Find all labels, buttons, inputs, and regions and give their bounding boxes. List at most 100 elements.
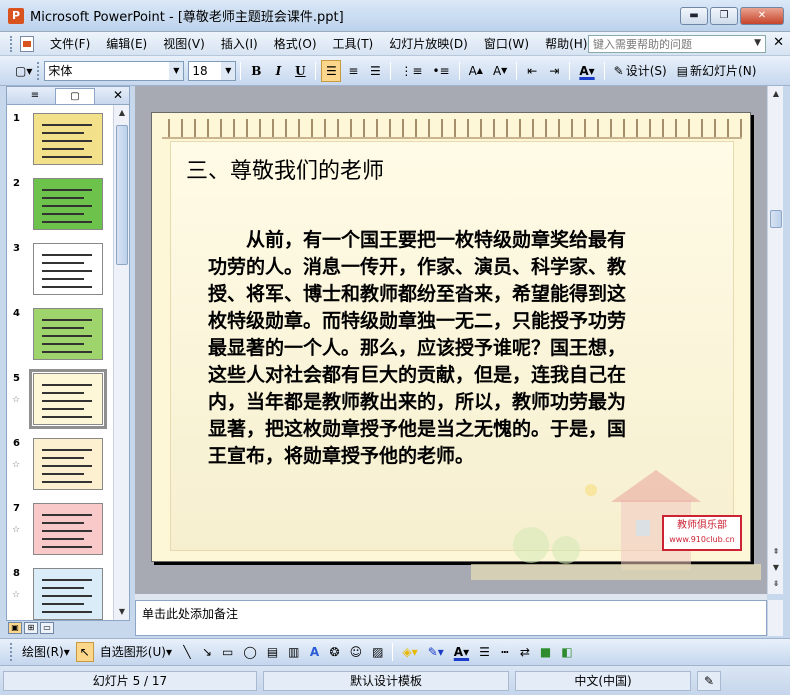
- align-center-icon[interactable]: ≡: [343, 60, 363, 82]
- slide-sorter-view-icon[interactable]: ⊞: [24, 622, 38, 634]
- thumbnail-image[interactable]: [33, 503, 103, 555]
- font-size-select[interactable]: 18 ▼: [188, 60, 237, 81]
- slide-title[interactable]: 三、尊敬我们的老师: [186, 153, 384, 185]
- font-color-icon[interactable]: A▾: [450, 642, 473, 662]
- maximize-button[interactable]: ❐: [710, 7, 738, 25]
- help-search-input[interactable]: 键入需要帮助的问题 ▼: [588, 35, 766, 53]
- bulleted-list-icon[interactable]: •≡: [428, 60, 453, 82]
- panel-close-button[interactable]: ✕: [113, 88, 123, 102]
- shadow-style-icon[interactable]: ■: [536, 642, 555, 662]
- menu-grip[interactable]: [10, 35, 14, 52]
- menu-slideshow[interactable]: 幻灯片放映(D): [381, 32, 476, 56]
- toolbar-grip[interactable]: [10, 642, 13, 661]
- thumbnail-image[interactable]: [33, 243, 103, 295]
- previous-slide-icon[interactable]: ⇞: [768, 544, 784, 560]
- tab-outline[interactable]: ≡: [15, 88, 55, 104]
- scroll-down-icon[interactable]: ▼: [768, 560, 784, 576]
- oval-tool-icon[interactable]: ◯: [239, 642, 260, 662]
- notes-scrollbar[interactable]: [767, 600, 783, 636]
- textbox-tool-icon[interactable]: ▤: [263, 642, 282, 662]
- slideshow-view-icon[interactable]: ▭: [40, 622, 54, 634]
- thumbnail-image[interactable]: [33, 568, 103, 620]
- vertical-textbox-icon[interactable]: ▥: [284, 642, 303, 662]
- close-button[interactable]: ✕: [740, 7, 784, 25]
- autoshapes-button[interactable]: 自选图形(U) ▾: [96, 642, 176, 662]
- menu-tools[interactable]: 工具(T): [325, 32, 382, 56]
- normal-view-icon[interactable]: ▣: [8, 622, 22, 634]
- minimize-button[interactable]: ▬: [680, 7, 708, 25]
- draw-menu-button[interactable]: 绘图(R) ▾: [18, 642, 74, 662]
- underline-button[interactable]: U: [290, 60, 310, 82]
- scroll-up-icon[interactable]: ▲: [768, 86, 784, 102]
- slide-thumbnail[interactable]: 2: [7, 178, 113, 238]
- 3d-style-icon[interactable]: ◧: [557, 642, 576, 662]
- line-color-icon[interactable]: ✎▾: [424, 642, 448, 662]
- menu-insert[interactable]: 插入(I): [213, 32, 266, 56]
- thumbnail-image[interactable]: [33, 438, 103, 490]
- thumbnail-image[interactable]: [33, 113, 103, 165]
- slide-thumbnail[interactable]: 6 ☆: [7, 438, 113, 498]
- spellcheck-icon[interactable]: ✎: [697, 670, 721, 691]
- italic-button[interactable]: I: [268, 60, 288, 82]
- slide-thumbnail[interactable]: 4: [7, 308, 113, 368]
- new-slide-button[interactable]: ▤ 新幻灯片(N): [673, 60, 761, 82]
- slide-thumbnail[interactable]: 8 ☆: [7, 568, 113, 620]
- slide-scrollbar[interactable]: ▲ ⇞ ▼ ⇟: [767, 86, 783, 594]
- scroll-up-icon[interactable]: ▲: [114, 105, 130, 121]
- chevron-down-icon[interactable]: ▼: [754, 36, 761, 51]
- decrease-indent-icon[interactable]: ⇤: [522, 60, 542, 82]
- scroll-thumb[interactable]: [770, 210, 782, 228]
- increase-font-icon[interactable]: A ▲: [465, 60, 487, 82]
- slide-thumbnail[interactable]: 7 ☆: [7, 503, 113, 563]
- increase-indent-icon[interactable]: ⇥: [544, 60, 564, 82]
- diagram-icon[interactable]: ❂: [326, 642, 344, 662]
- design-button[interactable]: ✎ 设计(S): [610, 60, 671, 82]
- numbered-list-icon[interactable]: ⋮≡: [396, 60, 426, 82]
- panel-tabs: ≡ ▢ ✕: [7, 87, 129, 105]
- chevron-down-icon[interactable]: ▼: [221, 61, 236, 80]
- document-close-button[interactable]: ✕: [773, 35, 784, 50]
- panel-scrollbar[interactable]: ▲ ▼: [113, 105, 129, 620]
- slide-thumbnail[interactable]: 1: [7, 113, 113, 173]
- document-icon[interactable]: [20, 35, 34, 52]
- decrease-font-icon[interactable]: A ▼: [489, 60, 511, 82]
- thumbnail-image[interactable]: [33, 178, 103, 230]
- fill-color-icon[interactable]: ◈▾: [398, 642, 421, 662]
- thumbnail-image[interactable]: [29, 369, 107, 429]
- align-right-icon[interactable]: ☰: [365, 60, 385, 82]
- slide-thumbnail[interactable]: 5 ☆: [7, 369, 113, 433]
- new-document-icon[interactable]: ▢▾: [11, 60, 36, 82]
- menu-edit[interactable]: 编辑(E): [98, 32, 155, 56]
- arrow-style-icon[interactable]: ⇄: [516, 642, 534, 662]
- notes-pane[interactable]: 单击此处添加备注: [135, 600, 767, 636]
- menu-help[interactable]: 帮助(H): [537, 32, 595, 56]
- select-pointer-icon[interactable]: ↖: [75, 641, 94, 662]
- arrow-tool-icon[interactable]: ↘: [198, 642, 216, 662]
- slide-body-text[interactable]: 从前，有一个国王要把一枚特级勋章奖给最有功劳的人。消息一传开，作家、演员、科学家…: [208, 227, 628, 470]
- menu-view[interactable]: 视图(V): [155, 32, 213, 56]
- slide-canvas[interactable]: 三、尊敬我们的老师 从前，有一个国王要把一枚特级勋章奖给最有功劳的人。消息一传开…: [151, 112, 761, 580]
- thumbnail-image[interactable]: [33, 308, 103, 360]
- line-style-icon[interactable]: ☰: [475, 642, 494, 662]
- wordart-icon[interactable]: A: [306, 642, 324, 662]
- scroll-down-icon[interactable]: ▼: [114, 604, 130, 620]
- tab-slides[interactable]: ▢: [55, 87, 95, 104]
- slide-thumbnail[interactable]: 3: [7, 243, 113, 303]
- menu-window[interactable]: 窗口(W): [476, 32, 537, 56]
- dash-style-icon[interactable]: ┅: [496, 642, 514, 662]
- align-left-icon[interactable]: ☰: [321, 59, 342, 82]
- bold-button[interactable]: B: [246, 60, 266, 82]
- menu-format[interactable]: 格式(O): [266, 32, 325, 56]
- picture-icon[interactable]: ▨: [368, 642, 387, 662]
- next-slide-icon[interactable]: ⇟: [768, 576, 784, 592]
- scroll-thumb[interactable]: [116, 125, 128, 265]
- toolbar-separator: [392, 642, 394, 661]
- toolbar-grip[interactable]: [37, 61, 40, 80]
- rectangle-tool-icon[interactable]: ▭: [218, 642, 237, 662]
- clipart-icon[interactable]: ☺: [346, 642, 367, 662]
- font-color-icon[interactable]: A▾: [575, 60, 598, 82]
- font-name-select[interactable]: 宋体 ▼: [44, 60, 185, 81]
- chevron-down-icon[interactable]: ▼: [169, 61, 184, 80]
- menu-file[interactable]: 文件(F): [42, 32, 98, 56]
- line-tool-icon[interactable]: ╲: [178, 642, 196, 662]
